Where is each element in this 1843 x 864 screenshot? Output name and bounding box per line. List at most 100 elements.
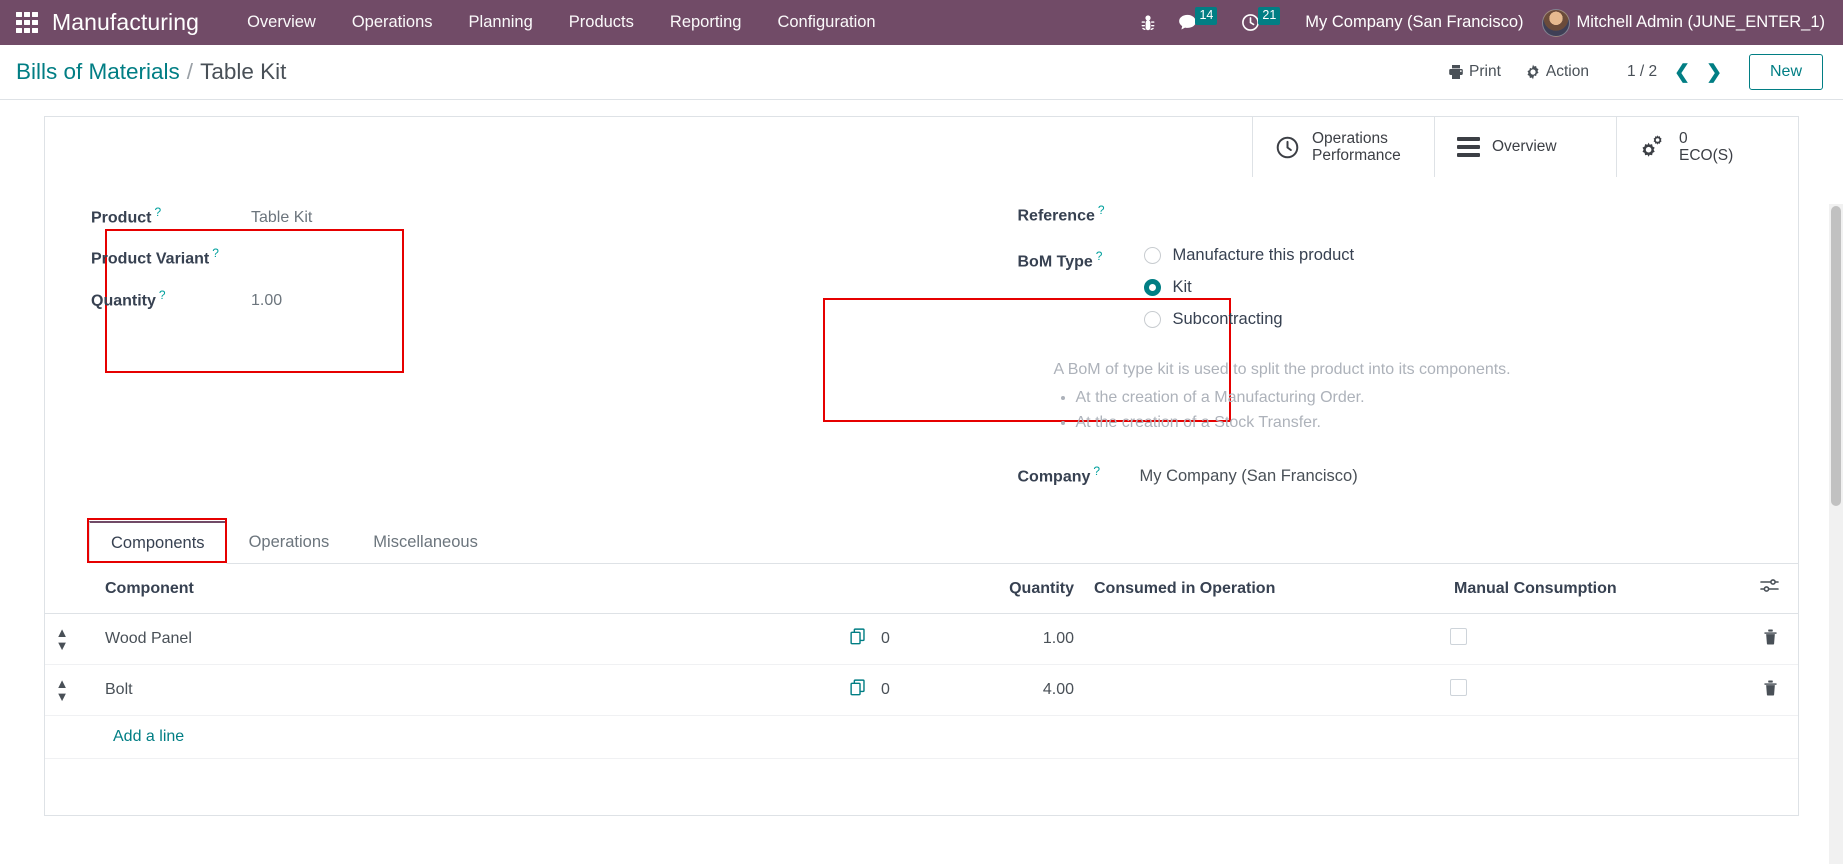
cell-manual-consumption[interactable]	[1442, 664, 1742, 717]
cell-consumed-in-operation[interactable]	[1082, 613, 1442, 666]
cell-apply-on-variants[interactable]: 0	[842, 613, 962, 666]
copy-icon[interactable]	[850, 628, 867, 650]
delete-row-button[interactable]	[1742, 664, 1798, 717]
apps-grid-icon[interactable]	[16, 11, 38, 34]
radio-mark-selected[interactable]	[1143, 279, 1161, 297]
messages-badge: 14	[1195, 6, 1218, 25]
form-fields-area: Product? Table Kit Product Variant? Quan…	[45, 177, 1798, 486]
help-bullet-list: At the creation of a Manufacturing Order…	[1076, 386, 1799, 436]
stat-button-row: Operations Performance Overview 0 ECO(S)	[45, 117, 1798, 177]
table-row[interactable]: ▲ ▼ Wood Panel 0 1.00	[45, 613, 1798, 666]
cell-quantity[interactable]: 4.00	[962, 664, 1082, 717]
clock-icon	[1275, 135, 1300, 160]
stat-line1: 0	[1679, 129, 1688, 147]
copy-icon[interactable]	[850, 679, 867, 701]
pager-value: 1 / 2	[1626, 63, 1658, 80]
checkbox-manual-consumption[interactable]	[1450, 628, 1467, 646]
radio-label: Kit	[1172, 278, 1192, 297]
gears-icon	[1639, 134, 1667, 160]
drag-handle-icon[interactable]: ▲ ▼	[45, 664, 79, 717]
drag-handle-icon[interactable]: ▲ ▼	[45, 613, 79, 666]
help-tooltip-icon[interactable]: ?	[154, 205, 161, 219]
table-row[interactable]: ▲ ▼ Bolt 0 4.00	[45, 664, 1798, 717]
th-quantity: Quantity	[962, 564, 1082, 615]
tab-components[interactable]: Components	[89, 521, 227, 565]
nav-item-reporting[interactable]: Reporting	[652, 0, 760, 45]
help-bullet: At the creation of a Manufacturing Order…	[1076, 386, 1799, 411]
add-line-row[interactable]: Add a line	[45, 715, 1798, 760]
field-product: Product? Table Kit	[91, 205, 922, 227]
chevron-left-icon[interactable]: ❮	[1667, 61, 1697, 84]
help-tooltip-icon[interactable]: ?	[159, 288, 166, 302]
cell-consumed-in-operation[interactable]	[1082, 664, 1442, 717]
tab-operations[interactable]: Operations	[227, 521, 352, 564]
cell-manual-consumption[interactable]	[1442, 613, 1742, 666]
activities-badge: 21	[1258, 6, 1281, 25]
action-button[interactable]: Action	[1513, 57, 1601, 87]
form-view-body: Operations Performance Overview 0 ECO(S)…	[0, 100, 1843, 864]
help-tooltip-icon[interactable]: ?	[1093, 464, 1100, 478]
form-column-right: Reference? BoM Type? Manufacture this pr…	[922, 187, 1799, 486]
stat-button-operations-performance[interactable]: Operations Performance	[1252, 117, 1434, 177]
help-tooltip-icon[interactable]: ?	[212, 246, 219, 260]
cell-apply-on-variants[interactable]: 0	[842, 664, 962, 717]
notebook: Components Operations Miscellaneous	[45, 518, 1798, 565]
list-icon	[1457, 136, 1480, 158]
th-component: Component	[79, 564, 842, 615]
company-switcher[interactable]: My Company (San Francisco)	[1293, 13, 1535, 32]
help-intro: A BoM of type kit is used to split the p…	[1053, 361, 1511, 379]
nav-item-configuration[interactable]: Configuration	[759, 0, 893, 45]
nav-item-overview[interactable]: Overview	[229, 0, 334, 45]
radio-option-manufacture-this-product[interactable]: Manufacture this product	[1143, 246, 1354, 265]
field-value-quantity[interactable]: 1.00	[243, 292, 282, 310]
activities-counter[interactable]: 21	[1230, 0, 1293, 45]
top-navbar: Manufacturing Overview Operations Planni…	[0, 0, 1843, 45]
product-field-group: Product? Table Kit Product Variant? Quan…	[63, 187, 922, 324]
help-tooltip-icon[interactable]: ?	[1098, 203, 1105, 217]
checkbox-manual-consumption[interactable]	[1450, 679, 1467, 697]
nav-item-products[interactable]: Products	[551, 0, 652, 45]
print-button[interactable]: Print	[1436, 57, 1513, 87]
radio-mark[interactable]	[1143, 311, 1161, 329]
radio-mark[interactable]	[1143, 247, 1161, 265]
th-handle	[45, 564, 79, 615]
chevron-right-icon[interactable]: ❯	[1699, 61, 1729, 84]
navbar-right-group: 14 21 My Company (San Francisco) Mitchel…	[1129, 0, 1835, 45]
th-consumed-in-operation: Consumed in Operation	[1082, 564, 1442, 615]
field-value-product[interactable]: Table Kit	[243, 209, 312, 227]
help-tooltip-icon[interactable]: ?	[1096, 249, 1103, 263]
trash-icon	[1763, 680, 1777, 696]
column-options-icon	[1760, 579, 1779, 592]
control-panel: Bills of Materials / Table Kit Print Act…	[0, 45, 1843, 100]
nav-item-planning[interactable]: Planning	[451, 0, 551, 45]
tab-miscellaneous[interactable]: Miscellaneous	[351, 521, 500, 564]
user-menu[interactable]: Mitchell Admin (JUNE_ENTER_1)	[1536, 8, 1835, 37]
add-a-line-button[interactable]: Add a line	[87, 728, 184, 745]
messages-counter[interactable]: 14	[1167, 0, 1230, 45]
delete-row-button[interactable]	[1742, 613, 1798, 666]
radio-option-kit[interactable]: Kit	[1143, 278, 1355, 297]
bom-type-radio-group: Manufacture this product Kit Subcontract…	[1122, 246, 1355, 329]
breadcrumb-root-bills-of-materials[interactable]: Bills of Materials	[16, 59, 180, 85]
radio-option-subcontracting[interactable]: Subcontracting	[1143, 310, 1355, 329]
scrollbar-thumb[interactable]	[1831, 206, 1841, 506]
cell-quantity[interactable]: 1.00	[962, 613, 1082, 666]
cell-component[interactable]: Wood Panel	[79, 613, 842, 666]
cell-component[interactable]: Bolt	[79, 664, 842, 717]
stat-button-ecos[interactable]: 0 ECO(S)	[1616, 117, 1798, 177]
stat-label-ecos: 0 ECO(S)	[1679, 130, 1733, 165]
label-text: BoM Type	[1017, 253, 1093, 271]
nav-item-operations[interactable]: Operations	[334, 0, 451, 45]
vertical-scrollbar[interactable]	[1829, 204, 1843, 864]
field-label-product-variant: Product Variant?	[91, 246, 243, 268]
app-brand-manufacturing[interactable]: Manufacturing	[52, 9, 199, 36]
th-column-options[interactable]	[1742, 564, 1798, 615]
stat-button-overview[interactable]: Overview	[1434, 117, 1616, 177]
new-button[interactable]: New	[1748, 54, 1823, 90]
table-header-row: Component Quantity Consumed in Operation…	[45, 564, 1798, 615]
field-value-company[interactable]: My Company (San Francisco)	[1122, 467, 1358, 486]
table-body: ▲ ▼ Wood Panel 0 1.00 ▲ ▼ Bolt 0 4.00 Ad…	[45, 613, 1798, 760]
breadcrumb: Bills of Materials / Table Kit	[16, 59, 286, 85]
field-label-reference: Reference?	[1018, 203, 1122, 225]
bug-icon[interactable]	[1129, 0, 1167, 45]
